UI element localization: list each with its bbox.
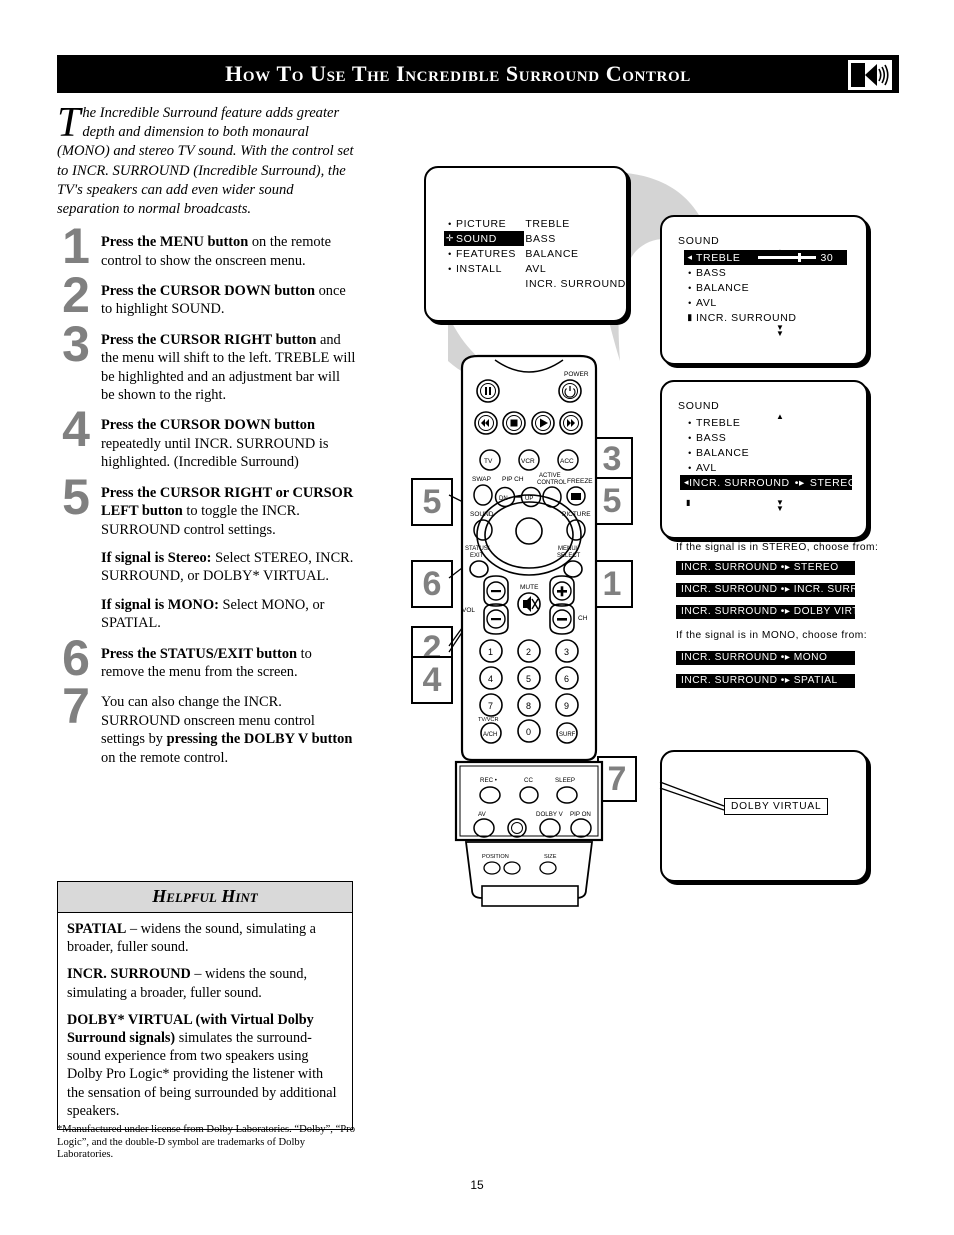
svg-text:7: 7 <box>488 701 493 711</box>
select-label: SELECT <box>557 553 581 559</box>
pip-ch-label: PIP CH <box>502 476 524 483</box>
position-label: POSITION <box>482 854 509 860</box>
swap-label: SWAP <box>472 476 491 483</box>
size-label: SIZE <box>544 854 557 860</box>
remote-base <box>481 885 579 907</box>
pip-up-label: UP <box>525 496 533 502</box>
remote-control: POWER TV VCR ACC SWAP PIP CH DN UP ACTIV… <box>454 354 604 907</box>
svg-text:1: 1 <box>488 647 493 657</box>
tv-label: TV <box>484 458 493 465</box>
rec-label: REC • <box>480 777 497 784</box>
mute-label: MUTE <box>520 584 539 591</box>
a-ch-label: A/CH <box>483 732 497 738</box>
svg-text:8: 8 <box>526 701 531 711</box>
svg-text:3: 3 <box>564 647 569 657</box>
active-label: ACTIVE <box>539 473 561 479</box>
cc-label: CC <box>524 777 533 784</box>
svg-text:5: 5 <box>526 674 531 684</box>
tv-vcr-label: TV/VCR <box>478 717 499 723</box>
volume-down-icon <box>491 590 501 593</box>
status-label: STATUS/ <box>465 546 490 552</box>
svg-text:4: 4 <box>488 674 493 684</box>
av-label: AV <box>478 811 487 818</box>
svg-text:9: 9 <box>564 701 569 711</box>
sleep-label: SLEEP <box>555 777 575 784</box>
control-label: CONTROL <box>537 480 567 486</box>
menu-label: MENU/ <box>558 546 578 552</box>
stop-icon <box>510 419 518 427</box>
svg-text:0: 0 <box>526 727 531 737</box>
exit-label: EXIT <box>470 553 484 559</box>
pip-on-label: PIP ON <box>570 811 591 818</box>
vol-label: VOL <box>462 607 475 614</box>
freeze-label: FREEZE <box>567 478 593 485</box>
power-label: POWER <box>564 371 589 378</box>
ch-label: CH <box>578 615 588 622</box>
channel-down-icon <box>557 618 567 621</box>
surf-label: SURF <box>559 732 576 738</box>
pause-icon <box>485 387 487 395</box>
freeze-icon <box>571 493 581 500</box>
svg-text:2: 2 <box>526 647 531 657</box>
svg-text:6: 6 <box>564 674 569 684</box>
acc-label: ACC <box>560 458 574 465</box>
vcr-label: VCR <box>521 458 535 465</box>
dolby-v-label: DOLBY V <box>536 811 564 818</box>
